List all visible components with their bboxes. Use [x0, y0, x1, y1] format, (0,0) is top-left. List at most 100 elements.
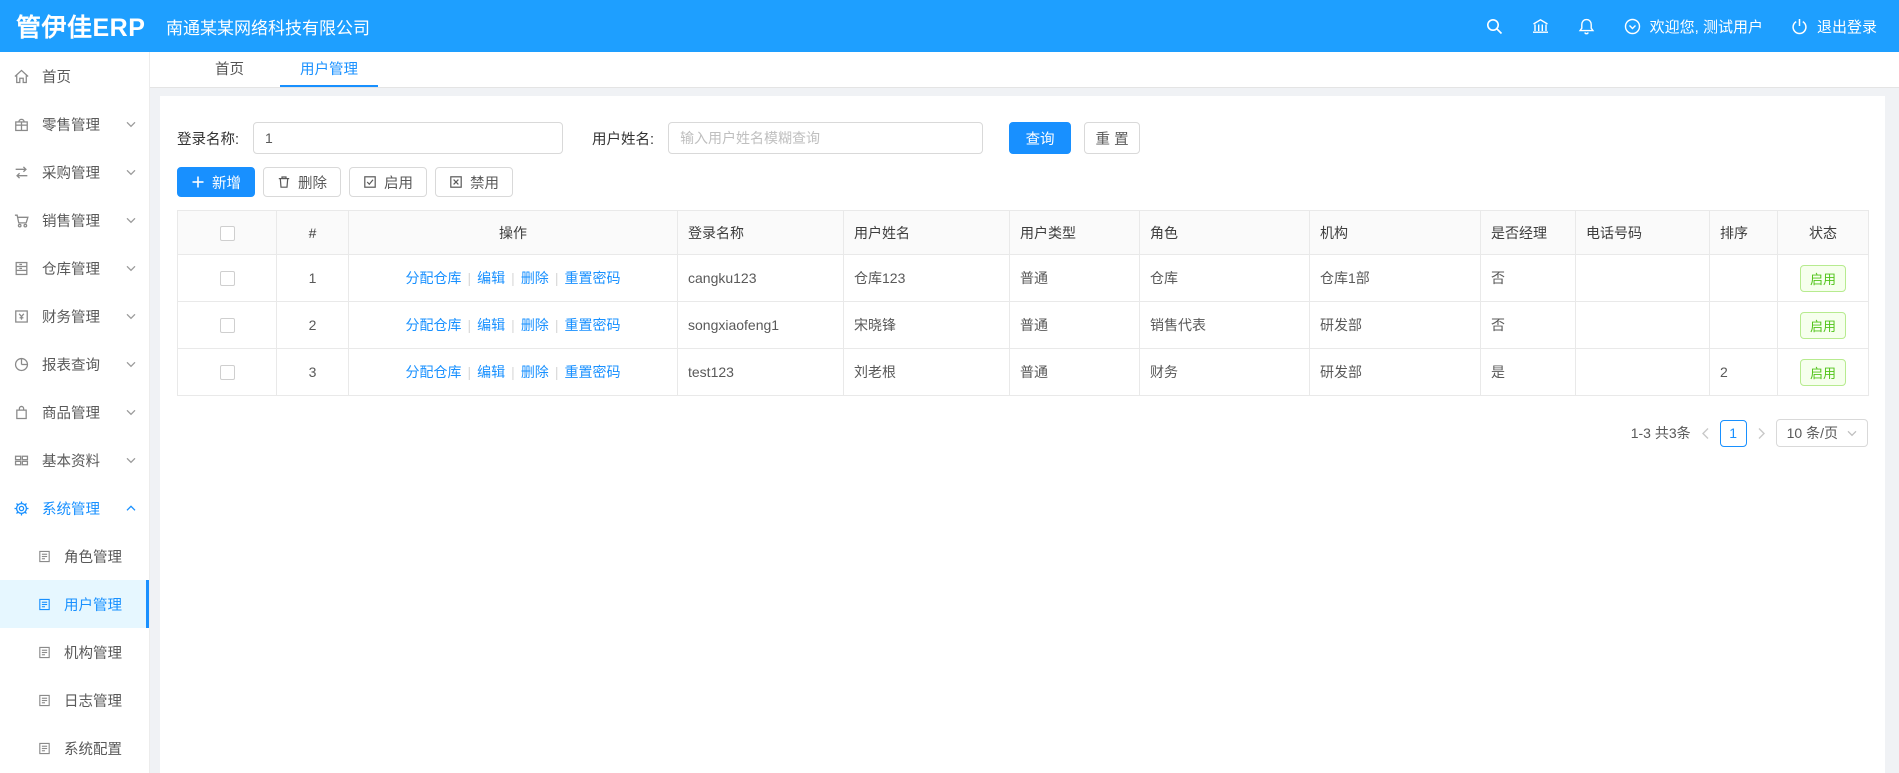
delete-button[interactable]: 删除: [263, 167, 341, 197]
status-badge[interactable]: 启用: [1799, 311, 1846, 339]
cell-phone: [1575, 301, 1710, 349]
cell-org: 仓库1部: [1309, 254, 1481, 302]
chevron-down-icon: [126, 265, 136, 271]
assign-warehouse-link[interactable]: 分配仓库: [406, 364, 462, 380]
link-separator: |: [467, 364, 472, 380]
bank-icon[interactable]: [1531, 17, 1550, 36]
sidebar-item-home[interactable]: 首页: [0, 52, 149, 100]
disable-button[interactable]: 禁用: [435, 167, 513, 197]
table-row: 1 分配仓库 | 编辑 | 删除 | 重置密码 cangku123 仓库123 普通 仓库 …: [177, 254, 1869, 302]
chevron-down-icon: [126, 409, 136, 415]
assign-warehouse-link[interactable]: 分配仓库: [406, 270, 462, 286]
sidebar: 首页 零售管理 采购管理 销售管理 仓库管理 财务管理 报表查询 商品管理 基本…: [0, 52, 150, 773]
cell-role: 财务: [1139, 348, 1310, 396]
sidebar-item-retail[interactable]: 零售管理: [0, 100, 149, 148]
page-size-value: 10 条/页: [1786, 425, 1838, 441]
cell-operations: 分配仓库 | 编辑 | 删除 | 重置密码: [348, 254, 678, 302]
page-number-current[interactable]: 1: [1719, 419, 1747, 447]
reset-password-link[interactable]: 重置密码: [564, 270, 620, 286]
pagination: 1-3 共3条 1 10 条/页: [177, 419, 1868, 447]
sidebar-item-role-mgmt[interactable]: 角色管理: [0, 532, 149, 580]
cell-role: 仓库: [1139, 254, 1310, 302]
cell-manager: 是: [1480, 348, 1576, 396]
delete-link[interactable]: 删除: [521, 364, 549, 380]
status-badge[interactable]: 启用: [1799, 264, 1846, 292]
query-button[interactable]: 查询: [1009, 122, 1072, 154]
cell-type: 普通: [1009, 254, 1140, 302]
sidebar-item-goods[interactable]: 商品管理: [0, 388, 149, 436]
next-page-icon[interactable]: [1757, 427, 1766, 440]
cell-login: test123: [677, 348, 844, 396]
row-checkbox[interactable]: [219, 271, 235, 287]
cell-operations: 分配仓库 | 编辑 | 删除 | 重置密码: [348, 301, 678, 349]
sidebar-item-warehouse[interactable]: 仓库管理: [0, 244, 149, 292]
delete-link[interactable]: 删除: [521, 270, 549, 286]
delete-link[interactable]: 删除: [521, 317, 549, 333]
welcome-user[interactable]: 欢迎您, 测试用户: [1623, 16, 1763, 37]
sidebar-item-system[interactable]: 系统管理: [0, 484, 149, 532]
select-all-checkbox[interactable]: [219, 225, 235, 241]
edit-link[interactable]: 编辑: [477, 364, 505, 380]
power-icon: [1792, 18, 1807, 34]
app-logo: 管伊佳ERP: [16, 14, 146, 42]
link-separator: |: [554, 317, 559, 333]
x-square-icon: [450, 176, 462, 188]
sidebar-item-finance[interactable]: 财务管理: [0, 292, 149, 340]
status-badge[interactable]: 启用: [1799, 358, 1846, 386]
link-separator: |: [511, 364, 515, 380]
bell-icon[interactable]: [1577, 17, 1596, 36]
cell-login: cangku123: [677, 254, 844, 302]
cell-sort: [1709, 254, 1778, 302]
search-icon[interactable]: [1485, 17, 1504, 36]
sidebar-item-system-config[interactable]: 系统配置: [0, 724, 149, 772]
sidebar-label: 基本资料: [42, 453, 100, 470]
search-form: 登录名称: 用户姓名: 查询 重 置: [177, 122, 1868, 154]
add-button[interactable]: 新增: [177, 167, 255, 197]
cell-type: 普通: [1009, 348, 1140, 396]
link-separator: |: [554, 364, 559, 380]
login-name-input[interactable]: [253, 122, 564, 154]
pagination-total: 1-3 共3条: [1630, 425, 1691, 441]
cell-index: 1: [276, 254, 349, 302]
frame: 首页 零售管理 采购管理 销售管理 仓库管理 财务管理 报表查询 商品管理 基本…: [0, 52, 1899, 773]
assign-warehouse-link[interactable]: 分配仓库: [406, 317, 462, 333]
reset-password-link[interactable]: 重置密码: [564, 317, 620, 333]
tab-home[interactable]: 首页: [195, 52, 264, 87]
purchase-icon: [15, 165, 28, 179]
page-size-select[interactable]: 10 条/页: [1775, 419, 1868, 447]
goods-bag-icon: [16, 405, 27, 419]
cell-org: 研发部: [1309, 301, 1481, 349]
table-header-row: # 操作 登录名称 用户姓名 用户类型 角色 机构 是否经理 电话号码 排序 状…: [177, 210, 1869, 255]
sidebar-item-log-mgmt[interactable]: 日志管理: [0, 676, 149, 724]
enable-button[interactable]: 启用: [349, 167, 427, 197]
user-name-input[interactable]: [668, 122, 984, 154]
edit-link[interactable]: 编辑: [477, 317, 505, 333]
prev-page-icon[interactable]: [1701, 427, 1710, 440]
sidebar-label: 商品管理: [42, 405, 100, 422]
row-checkbox[interactable]: [219, 318, 235, 334]
main-area: 首页 用户管理 登录名称: 用户姓名: 查询 重 置 新增: [150, 52, 1899, 773]
link-separator: |: [511, 270, 515, 286]
doc-icon: [39, 646, 50, 658]
chevron-down-icon: [126, 457, 136, 463]
sidebar-item-basic-data[interactable]: 基本资料: [0, 436, 149, 484]
sidebar-item-reports[interactable]: 报表查询: [0, 340, 149, 388]
col-header-manager: 是否经理: [1480, 210, 1576, 255]
reset-button[interactable]: 重 置: [1084, 122, 1141, 154]
reset-password-link[interactable]: 重置密码: [564, 364, 620, 380]
sidebar-item-org-mgmt[interactable]: 机构管理: [0, 628, 149, 676]
sidebar-item-sales[interactable]: 销售管理: [0, 196, 149, 244]
sidebar-item-user-mgmt[interactable]: 用户管理: [0, 580, 149, 628]
tab-user-mgmt[interactable]: 用户管理: [280, 52, 378, 87]
cell-sort: 2: [1709, 348, 1778, 396]
sidebar-item-purchase[interactable]: 采购管理: [0, 148, 149, 196]
logout-button[interactable]: 退出登录: [1790, 16, 1877, 37]
edit-link[interactable]: 编辑: [477, 270, 505, 286]
user-table: # 操作 登录名称 用户姓名 用户类型 角色 机构 是否经理 电话号码 排序 状…: [177, 210, 1869, 396]
user-circle-icon: [1624, 18, 1640, 34]
sidebar-label: 首页: [42, 69, 71, 86]
row-checkbox[interactable]: [219, 365, 235, 381]
sidebar-label: 系统配置: [64, 741, 122, 758]
sidebar-label: 零售管理: [42, 117, 100, 134]
cell-login: songxiaofeng1: [677, 301, 844, 349]
